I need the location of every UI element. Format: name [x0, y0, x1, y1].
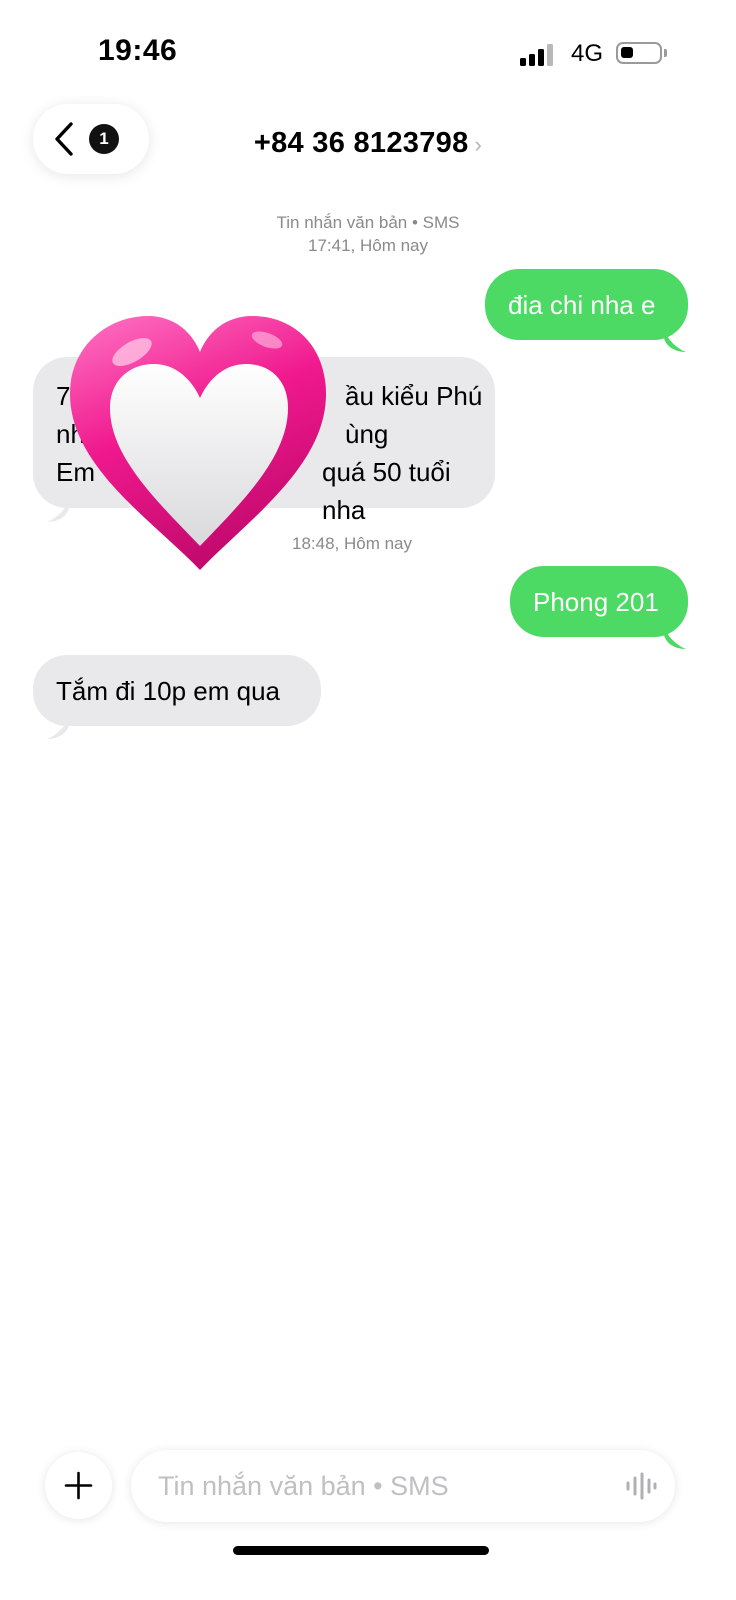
- message-text: ùng: [345, 419, 389, 449]
- chevron-right-icon: ›: [474, 132, 483, 157]
- thread-meta-1: Tin nhắn văn bản • SMS 17:41, Hôm nay: [0, 211, 736, 257]
- network-type: 4G: [571, 40, 604, 67]
- bubble-tail: [47, 717, 69, 739]
- message-text: Phong 201: [533, 587, 659, 617]
- message-input[interactable]: Tin nhắn văn bản • SMS: [131, 1450, 675, 1522]
- message-input-placeholder: Tin nhắn văn bản • SMS: [158, 1471, 449, 1501]
- timestamp-2: 18:48, Hôm nay: [292, 534, 413, 553]
- battery-icon: [616, 42, 662, 64]
- contact-title[interactable]: +84 36 8123798 ›: [0, 127, 736, 160]
- bubble-tail: [664, 627, 686, 649]
- add-attachment-button[interactable]: [45, 1452, 112, 1519]
- status-time: 19:46: [98, 34, 178, 67]
- message-text: Tắm đi 10p em qua: [56, 676, 281, 706]
- battery-cap: [664, 49, 667, 57]
- messages-screen: 19:46 4G 1 +84 36 8123798 › Tin nhắn văn …: [0, 0, 736, 1600]
- plus-icon: [64, 1471, 93, 1500]
- waveform-icon[interactable]: [625, 1472, 657, 1500]
- sms-label: Tin nhắn văn bản • SMS: [276, 213, 460, 232]
- outgoing-message-2[interactable]: Phong 201: [510, 566, 688, 637]
- timestamp-1: 17:41, Hôm nay: [307, 236, 428, 255]
- contact-number: +84 36 8123798: [253, 127, 469, 159]
- message-text: ầu kiểu Phú: [345, 381, 483, 411]
- outgoing-message-1[interactable]: đia chi nha e: [485, 269, 688, 340]
- message-text: quá 50 tuổi nha: [322, 457, 451, 525]
- message-text: đia chi nha e: [508, 290, 656, 320]
- incoming-message-2[interactable]: Tắm đi 10p em qua: [33, 655, 321, 726]
- home-indicator: [233, 1546, 489, 1555]
- signal-icon: [520, 42, 560, 66]
- bubble-tail: [664, 330, 686, 352]
